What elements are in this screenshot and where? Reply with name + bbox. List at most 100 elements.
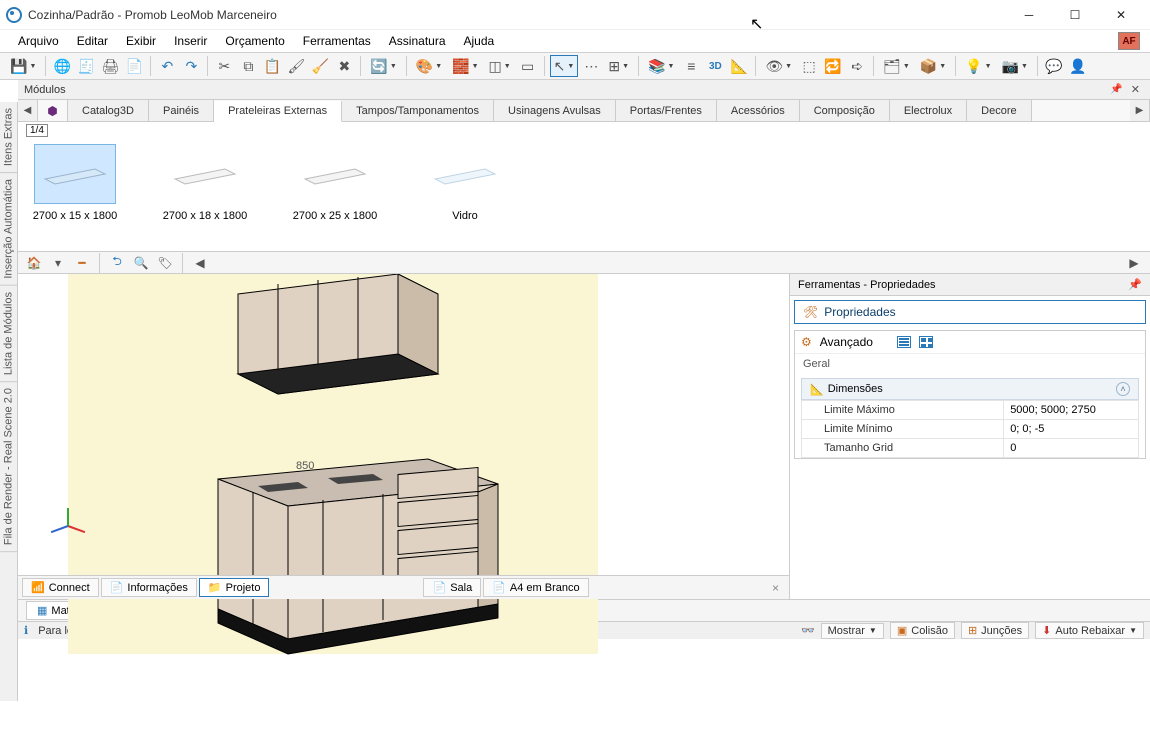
wall-icon[interactable]: 🧱▼ — [448, 55, 482, 77]
cube-icon[interactable]: ⬚ — [798, 55, 820, 77]
thumb-label: Vidro — [420, 210, 510, 222]
thumb-2700x15[interactable]: 2700 x 15 x 1800 — [30, 144, 120, 222]
module-tab-prev[interactable]: ◀ — [18, 100, 38, 121]
maximize-button[interactable]: ☐ — [1052, 1, 1098, 29]
mini-find-icon[interactable]: 🔍 — [131, 254, 151, 272]
menu-exibir[interactable]: Exibir — [118, 32, 164, 50]
status-auto-rebaixar[interactable]: ⬇Auto Rebaixar▼ — [1035, 622, 1144, 639]
seg-icon[interactable]: ⊞▼ — [604, 55, 633, 77]
paste-icon[interactable]: 📋 — [261, 55, 283, 77]
save-button[interactable]: 💾▼ — [6, 55, 40, 77]
rotate-icon[interactable]: 🔁 — [822, 55, 844, 77]
vp-tab-projeto[interactable]: 📁Projeto — [199, 578, 270, 597]
tab-usinagens[interactable]: Usinagens Avulsas — [494, 100, 616, 121]
view-grid-icon[interactable] — [919, 336, 933, 348]
3d-icon[interactable]: 3D — [704, 55, 726, 77]
mini-scroll-left[interactable]: ◀ — [190, 254, 210, 272]
tab-acessorios[interactable]: Acessórios — [717, 100, 800, 121]
measure-icon[interactable]: 📐 — [728, 55, 750, 77]
eye-icon[interactable]: 👁▼ — [761, 55, 796, 77]
tab-tampos[interactable]: Tampos/Tamponamentos — [342, 100, 494, 121]
refresh-icon[interactable]: 🔄▼ — [366, 55, 400, 77]
export-icon[interactable]: 📄 — [123, 55, 145, 77]
mini-scroll-right[interactable]: ▶ — [1124, 254, 1144, 272]
vtab-fila-render[interactable]: Fila de Render - Real Scene 2.0 — [0, 382, 17, 552]
paint-icon[interactable]: 🧹 — [309, 55, 331, 77]
rect-icon[interactable]: ▭ — [517, 55, 539, 77]
geral-tab[interactable]: Geral — [795, 354, 1145, 374]
user-icon[interactable]: 👤 — [1067, 55, 1089, 77]
mini-drop-icon[interactable]: ▾ — [48, 254, 68, 272]
af-badge[interactable]: AF — [1118, 32, 1140, 50]
redo-icon[interactable]: ↷ — [180, 55, 202, 77]
close-button[interactable]: ✕ — [1098, 1, 1144, 29]
bulb-icon[interactable]: 💡▼ — [961, 55, 995, 77]
collapse-icon[interactable]: ˄ — [1116, 382, 1130, 396]
copy-icon[interactable]: ⧉ — [237, 55, 259, 77]
thumb-vidro[interactable]: Vidro — [420, 144, 510, 222]
vp-tab-close[interactable]: × — [766, 581, 785, 595]
pin-icon[interactable]: 📌 — [1106, 84, 1126, 95]
module-tab-next[interactable]: ▶ — [1130, 100, 1150, 121]
vp-tab-a4[interactable]: 📄A4 em Branco — [483, 578, 588, 597]
tab-paineis[interactable]: Painéis — [149, 100, 214, 121]
propriedades-button[interactable]: 🛠 Propriedades — [794, 300, 1146, 324]
prop-row-limite-min[interactable]: Limite Mínimo0; 0; -5 — [802, 420, 1139, 439]
tab-prateleiras[interactable]: Prateleiras Externas — [214, 101, 342, 122]
vp-tab-info[interactable]: 📄Informações — [101, 578, 197, 597]
tab-electrolux[interactable]: Electrolux — [890, 100, 967, 121]
status-juncoes[interactable]: ⊞Junções — [961, 622, 1029, 639]
chat-icon[interactable]: 💬 — [1043, 55, 1065, 77]
vtab-lista-modulos[interactable]: Lista de Módulos — [0, 286, 17, 382]
camera-icon[interactable]: 📷▼ — [998, 55, 1032, 77]
menu-orcamento[interactable]: Orçamento — [217, 32, 292, 50]
vp-tab-sala[interactable]: 📄Sala — [423, 578, 481, 597]
tab-decore[interactable]: Decore — [967, 100, 1031, 121]
mini-tag-icon[interactable]: 🏷 — [155, 254, 175, 272]
menu-inserir[interactable]: Inserir — [166, 32, 215, 50]
prop-row-grid[interactable]: Tamanho Grid0 — [802, 439, 1139, 458]
group-dimensoes[interactable]: 📐 Dimensões ˄ — [801, 378, 1139, 400]
menu-ferramentas[interactable]: Ferramentas — [295, 32, 379, 50]
globe-icon[interactable]: 🌐 — [51, 55, 73, 77]
print-icon[interactable]: 🖨 — [99, 55, 121, 77]
dots-icon[interactable]: ⋯ — [580, 55, 602, 77]
window-icon[interactable]: ◫▼ — [485, 55, 515, 77]
menu-assinatura[interactable]: Assinatura — [381, 32, 454, 50]
pointer-icon[interactable]: ↖▼ — [550, 55, 579, 77]
mini-back-icon[interactable]: ⮌ — [107, 254, 127, 272]
panel-close-icon[interactable]: ✕ — [1127, 83, 1144, 96]
menu-editar[interactable]: Editar — [69, 32, 116, 50]
minimize-button[interactable]: ─ — [1006, 1, 1052, 29]
mini-home-icon[interactable]: 🏠 — [24, 254, 44, 272]
thumb-2700x25[interactable]: 2700 x 25 x 1800 — [290, 144, 380, 222]
prop-row-limite-max[interactable]: Limite Máximo5000; 5000; 2750 — [802, 401, 1139, 420]
props-pin-icon[interactable]: 📌 — [1128, 278, 1142, 291]
undo-icon[interactable]: ↶ — [156, 55, 178, 77]
tab-portas[interactable]: Portas/Frentes — [616, 100, 717, 121]
move-icon[interactable]: ➪ — [846, 55, 868, 77]
align-icon[interactable]: ≡ — [680, 55, 702, 77]
box-icon[interactable]: 📦▼ — [916, 55, 950, 77]
doc-set-icon[interactable]: 🗂▼ — [879, 55, 914, 77]
vtab-insercao[interactable]: Inserção Automática — [0, 173, 17, 286]
cut-icon[interactable]: ✂ — [213, 55, 235, 77]
delete-icon[interactable]: ✖ — [333, 55, 355, 77]
goods-icon[interactable]: 🧾 — [75, 55, 97, 77]
status-colisao[interactable]: ▣Colisão — [890, 622, 955, 639]
module-catalog-icon[interactable]: ⬢ — [38, 100, 68, 121]
menu-ajuda[interactable]: Ajuda — [456, 32, 503, 50]
layers-icon[interactable]: 📚▼ — [644, 55, 678, 77]
brush-icon[interactable]: 🖌 — [285, 55, 307, 77]
tab-catalog3d[interactable]: Catalog3D — [68, 100, 149, 121]
3d-viewport[interactable]: 850 — [18, 274, 790, 599]
palette-icon[interactable]: 🎨▼ — [412, 55, 446, 77]
vp-tab-connect[interactable]: 📶Connect — [22, 578, 99, 597]
tab-composicao[interactable]: Composição — [800, 100, 890, 121]
menu-arquivo[interactable]: Arquivo — [10, 32, 67, 50]
status-mostrar[interactable]: Mostrar▼ — [821, 623, 884, 639]
view-list-icon[interactable] — [897, 336, 911, 348]
mini-line-icon[interactable]: ━ — [72, 254, 92, 272]
thumb-2700x18[interactable]: 2700 x 18 x 1800 — [160, 144, 250, 222]
vtab-itens-extras[interactable]: Itens Extras — [0, 102, 17, 173]
